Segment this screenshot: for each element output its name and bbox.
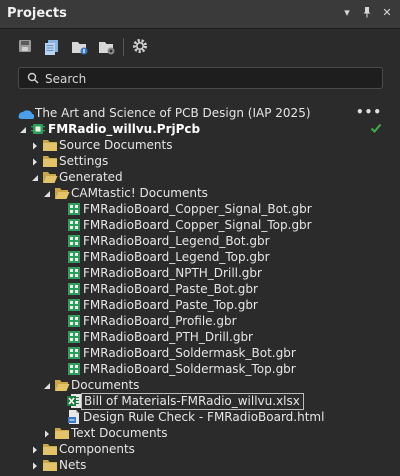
gerber-file-label: FMRadioBoard_Profile.gbr — [83, 314, 237, 328]
workspace-icon — [18, 105, 35, 121]
excel-file-icon — [66, 393, 82, 409]
collapse-arrow-icon[interactable] — [42, 188, 52, 198]
tree-row-generated[interactable]: Generated — [0, 169, 400, 185]
expand-arrow-icon[interactable] — [30, 140, 40, 150]
tree-row-gerber-file[interactable]: FMRadioBoard_PTH_Drill.gbr — [0, 329, 400, 345]
gerber-file-label: FMRadioBoard_Copper_Signal_Bot.gbr — [83, 202, 312, 216]
gerber-file-icon — [66, 313, 82, 329]
tree-row-drc-file[interactable]: Design Rule Check - FMRadioBoard.html — [0, 409, 400, 425]
panel-titlebar: Projects ▾ ✕ — [0, 0, 400, 29]
gerber-file-icon — [66, 281, 82, 297]
tree-row-project[interactable]: FMRadio_willvu.PrjPcb — [0, 121, 400, 137]
gerber-file-label: FMRadioBoard_PTH_Drill.gbr — [83, 330, 253, 344]
more-icon[interactable]: ••• — [356, 105, 382, 119]
gerber-file-label: FMRadioBoard_Soldermask_Top.gbr — [83, 362, 296, 376]
tree-row-gerber-file[interactable]: FMRadioBoard_NPTH_Drill.gbr — [0, 265, 400, 281]
tree-row-gerber-file[interactable]: FMRadioBoard_Paste_Top.gbr — [0, 297, 400, 313]
save-icon[interactable] — [17, 38, 35, 56]
components-label: Components — [59, 442, 135, 456]
tree-row-gerber-file[interactable]: FMRadioBoard_Paste_Bot.gbr — [0, 281, 400, 297]
expand-arrow-icon[interactable] — [30, 444, 40, 454]
gerber-file-icon — [66, 297, 82, 313]
panel-title: Projects — [7, 6, 67, 21]
folder-icon — [42, 441, 58, 457]
folder-icon — [54, 425, 70, 441]
bom-file-label: Bill of Materials-FMRadio_willvu.xlsx — [81, 393, 304, 410]
gerber-file-icon — [66, 249, 82, 265]
expand-arrow-icon[interactable] — [30, 156, 40, 166]
gerber-file-icon — [66, 233, 82, 249]
gerber-file-label: FMRadioBoard_Paste_Bot.gbr — [83, 282, 258, 296]
tree-row-gerber-file[interactable]: FMRadioBoard_Legend_Top.gbr — [0, 249, 400, 265]
gerber-file-label: FMRadioBoard_NPTH_Drill.gbr — [83, 266, 262, 280]
tree-row-bom-file[interactable]: Bill of Materials-FMRadio_willvu.xlsx — [0, 393, 400, 410]
expand-arrow-icon[interactable] — [30, 460, 40, 470]
gerber-file-label: FMRadioBoard_Copper_Signal_Top.gbr — [83, 218, 312, 232]
source-documents-label: Source Documents — [59, 138, 173, 152]
gerber-file-icon — [66, 345, 82, 361]
tree-row-gerber-file[interactable]: FMRadioBoard_Profile.gbr — [0, 313, 400, 329]
search-icon — [27, 72, 39, 84]
pcb-project-icon — [30, 121, 46, 137]
tree-row-workspace[interactable]: The Art and Science of PCB Design (IAP 2… — [0, 105, 400, 121]
panel-controls: ▾ ✕ — [340, 6, 394, 20]
project-options-icon[interactable] — [71, 38, 89, 56]
folder-open-icon — [42, 169, 58, 185]
pin-icon[interactable] — [360, 6, 374, 20]
gerber-file-icon — [66, 201, 82, 217]
toolbar-separator — [123, 38, 124, 56]
text-documents-label: Text Documents — [71, 426, 168, 440]
gerber-file-label: FMRadioBoard_Paste_Top.gbr — [83, 298, 258, 312]
gerber-file-label: FMRadioBoard_Legend_Bot.gbr — [83, 234, 270, 248]
folder-open-icon — [54, 185, 70, 201]
close-icon[interactable]: ✕ — [380, 6, 394, 20]
gerber-file-icon — [66, 329, 82, 345]
drc-file-label: Design Rule Check - FMRadioBoard.html — [83, 410, 325, 424]
folder-icon — [42, 457, 58, 473]
check-icon — [370, 122, 382, 137]
search-input[interactable] — [43, 69, 377, 89]
folder-icon — [42, 153, 58, 169]
settings-label: Settings — [59, 154, 109, 168]
tree-row-documents[interactable]: Documents — [0, 377, 400, 393]
tree-row-gerber-file[interactable]: FMRadioBoard_Legend_Bot.gbr — [0, 233, 400, 249]
html-file-icon — [66, 409, 82, 425]
tree-row-components[interactable]: Components — [0, 441, 400, 457]
tree-row-gerber-file[interactable]: FMRadioBoard_Copper_Signal_Bot.gbr — [0, 201, 400, 217]
documents-label: Documents — [71, 378, 140, 392]
save-all-icon[interactable] — [43, 38, 61, 56]
collapse-arrow-icon[interactable] — [18, 124, 28, 134]
search-box[interactable] — [18, 67, 383, 89]
gerber-file-icon — [66, 217, 82, 233]
tree-row-gerber-file[interactable]: FMRadioBoard_Soldermask_Top.gbr — [0, 361, 400, 377]
generated-label: Generated — [59, 170, 123, 184]
gerber-file-label: FMRadioBoard_Legend_Top.gbr — [83, 250, 270, 264]
folder-icon — [42, 137, 58, 153]
workspace-label: The Art and Science of PCB Design (IAP 2… — [35, 106, 311, 120]
tree-row-gerber-file[interactable]: FMRadioBoard_Copper_Signal_Top.gbr — [0, 217, 400, 233]
gerber-file-label: FMRadioBoard_Soldermask_Bot.gbr — [83, 346, 296, 360]
camtastic-label: CAMtastic! Documents — [71, 186, 208, 200]
tree-row-source-documents[interactable]: Source Documents — [0, 137, 400, 153]
project-settings-icon[interactable] — [98, 38, 116, 56]
tree-row-text-documents[interactable]: Text Documents — [0, 425, 400, 441]
gear-icon[interactable] — [132, 38, 150, 56]
collapse-arrow-icon[interactable] — [30, 172, 40, 182]
folder-open-icon — [54, 377, 70, 393]
project-label: FMRadio_willvu.PrjPcb — [48, 122, 201, 136]
tree-row-settings[interactable]: Settings — [0, 153, 400, 169]
tree-row-nets[interactable]: Nets — [0, 457, 400, 473]
nets-label: Nets — [59, 458, 87, 472]
gerber-file-icon — [66, 361, 82, 377]
collapse-arrow-icon[interactable] — [42, 380, 52, 390]
expand-arrow-icon[interactable] — [42, 428, 52, 438]
tree-row-gerber-file[interactable]: FMRadioBoard_Soldermask_Bot.gbr — [0, 345, 400, 361]
panel-toolbar — [0, 29, 400, 63]
tree-row-camtastic[interactable]: CAMtastic! Documents — [0, 185, 400, 201]
gerber-file-icon — [66, 265, 82, 281]
dropdown-icon[interactable]: ▾ — [340, 6, 354, 20]
